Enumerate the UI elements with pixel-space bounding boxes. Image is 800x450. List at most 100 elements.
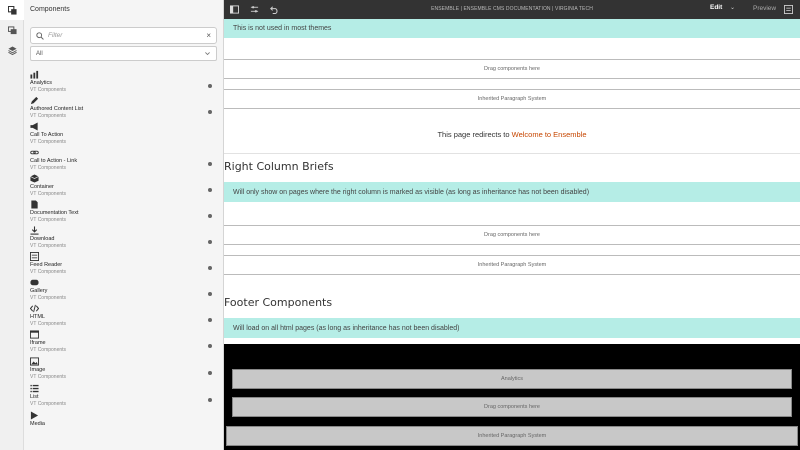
component-name: List xyxy=(30,394,39,400)
drag-components-zone[interactable]: Drag components here xyxy=(232,397,792,417)
component-name: Feed Reader xyxy=(30,262,63,268)
box-icon xyxy=(30,174,39,183)
document-icon xyxy=(31,200,38,209)
download-icon xyxy=(30,226,39,235)
info-note-footer: Will load on all html pages (as long as … xyxy=(224,318,800,338)
info-icon[interactable] xyxy=(208,214,212,218)
info-note-right-column: Will only show on pages where the right … xyxy=(224,182,800,202)
component-group: VT Components xyxy=(30,113,67,119)
feed-icon xyxy=(30,252,39,261)
component-group: VT Components xyxy=(30,401,67,407)
component-item-container[interactable]: Container VT Components xyxy=(30,174,220,200)
component-group: VT Components xyxy=(30,217,67,223)
megaphone-icon xyxy=(30,122,38,131)
filter-placeholder: Filter xyxy=(48,32,63,39)
component-item-html[interactable]: HTML VT Components xyxy=(30,304,220,330)
component-item-image[interactable]: Image VT Components xyxy=(30,357,220,383)
component-item-iframe[interactable]: Iframe VT Components xyxy=(30,330,220,356)
info-icon[interactable] xyxy=(208,292,212,296)
drag-components-zone[interactable]: Drag components here xyxy=(224,59,800,79)
search-icon xyxy=(36,31,44,40)
info-icon[interactable] xyxy=(208,162,212,166)
list-icon xyxy=(30,384,39,393)
page-canvas: This is not used in most themes Drag com… xyxy=(224,19,800,450)
footer-components-heading: Footer Components xyxy=(224,296,333,309)
component-name: Image xyxy=(30,367,46,373)
redirect-notice: This page redirects to Welcome to Ensemb… xyxy=(224,130,800,139)
info-icon[interactable] xyxy=(208,240,212,244)
component-group: VT Components xyxy=(30,139,67,145)
info-icon[interactable] xyxy=(208,110,212,114)
components-panel: Components Filter × All Analytics VT Com… xyxy=(24,0,224,450)
component-group: VT Components xyxy=(30,295,67,301)
code-icon xyxy=(30,304,39,313)
iframe-icon xyxy=(30,330,39,339)
component-group: VT Components xyxy=(30,269,67,275)
component-name: Documentation Text xyxy=(30,210,79,216)
layers-rail-button[interactable] xyxy=(0,40,24,60)
component-item-media[interactable]: Media xyxy=(30,411,220,437)
group-select-value: All xyxy=(36,50,43,57)
layers-icon xyxy=(7,45,17,55)
analytics-component[interactable]: Analytics xyxy=(232,369,792,389)
component-item-feed-reader[interactable]: Feed Reader VT Components xyxy=(30,252,220,278)
components-icon xyxy=(7,5,17,15)
component-group: VT Components xyxy=(30,374,67,380)
info-icon[interactable] xyxy=(208,266,212,270)
redirect-link[interactable]: Welcome to Ensemble xyxy=(512,130,587,139)
inherited-paragraph-system[interactable]: Inherited Paragraph System xyxy=(224,255,800,275)
info-icon[interactable] xyxy=(208,398,212,402)
gallery-icon xyxy=(30,279,39,286)
component-item-documentation-text[interactable]: Documentation Text VT Components xyxy=(30,200,220,226)
component-name: HTML xyxy=(30,314,45,320)
component-group: VT Components xyxy=(30,191,67,197)
component-name: Download xyxy=(30,236,55,242)
clear-filter-icon[interactable]: × xyxy=(206,31,211,40)
play-icon xyxy=(30,411,39,420)
editor-toolbar: ENSEMBLE | ENSEMBLE CMS DOCUMENTATION | … xyxy=(224,0,800,19)
section-divider xyxy=(224,153,800,154)
info-icon[interactable] xyxy=(208,84,212,88)
components-rail-button[interactable] xyxy=(0,0,24,20)
inherited-paragraph-system[interactable]: Inherited Paragraph System xyxy=(224,89,800,109)
assets-icon xyxy=(7,25,17,34)
component-item-call-to-action[interactable]: Call To Action VT Components xyxy=(30,122,220,148)
component-group: VT Components xyxy=(30,347,67,353)
info-icon[interactable] xyxy=(208,344,212,348)
chevron-down-icon[interactable]: ⌄ xyxy=(730,4,735,11)
component-group: VT Components xyxy=(30,321,67,327)
component-item-list[interactable]: List VT Components xyxy=(30,384,220,410)
component-group-select[interactable]: All xyxy=(30,46,217,61)
info-note-theme: This is not used in most themes xyxy=(224,19,800,38)
analytics-icon xyxy=(30,70,39,79)
component-name: Call To Action xyxy=(30,132,64,138)
component-name: Analytics xyxy=(30,80,53,86)
component-item-analytics[interactable]: Analytics VT Components xyxy=(30,70,220,96)
component-name: Authored Content List xyxy=(30,106,84,112)
component-group: VT Components xyxy=(30,87,67,93)
inherited-paragraph-system[interactable]: Inherited Paragraph System xyxy=(226,426,798,446)
component-item-download[interactable]: Download VT Components xyxy=(30,226,220,252)
component-item-call-to-action-link[interactable]: Call to Action - Link VT Components xyxy=(30,148,220,174)
chevron-down-icon xyxy=(205,52,210,56)
redirect-text: This page redirects to xyxy=(437,130,512,139)
component-item-gallery[interactable]: Gallery VT Components xyxy=(30,278,220,304)
preview-button[interactable]: Preview xyxy=(753,5,776,12)
assets-rail-button[interactable] xyxy=(0,20,24,40)
component-name: Container xyxy=(30,184,54,190)
component-name: Gallery xyxy=(30,288,48,294)
footer-area: Analytics Drag components here Inherited… xyxy=(224,344,800,450)
image-icon xyxy=(30,357,39,366)
side-rail xyxy=(0,0,24,450)
drag-components-zone[interactable]: Drag components here xyxy=(224,225,800,245)
pencil-icon xyxy=(30,96,39,105)
component-item-authored-content-list[interactable]: Authored Content List VT Components xyxy=(30,96,220,122)
component-group: VT Components xyxy=(30,243,67,249)
info-icon[interactable] xyxy=(208,371,212,375)
info-icon[interactable] xyxy=(208,318,212,322)
filter-input[interactable]: Filter × xyxy=(30,27,217,44)
info-icon[interactable] xyxy=(208,188,212,192)
annotations-icon[interactable] xyxy=(784,5,793,14)
edit-mode-button[interactable]: Edit xyxy=(710,4,722,11)
component-name: Media xyxy=(30,421,45,427)
